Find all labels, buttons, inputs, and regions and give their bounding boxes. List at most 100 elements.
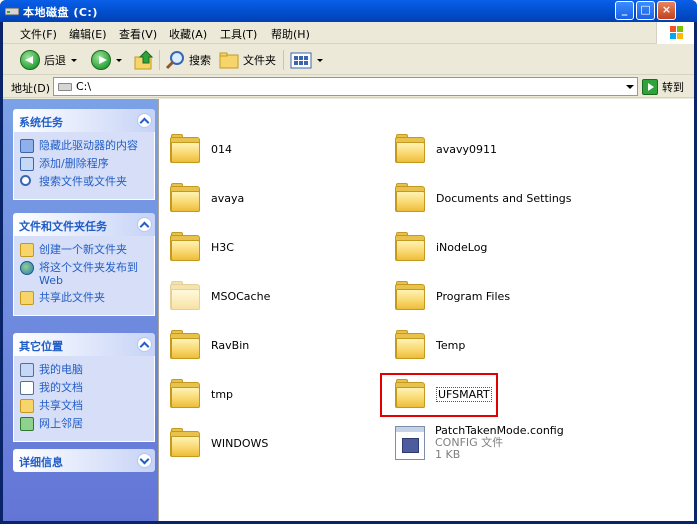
panel-header[interactable]: 其它位置 <box>13 333 155 356</box>
add-remove-programs-icon <box>20 157 34 171</box>
views-icon <box>290 52 312 69</box>
forward-arrow-icon <box>91 50 111 70</box>
folder-icon <box>169 379 201 409</box>
folder-item[interactable]: Temp <box>394 323 465 367</box>
item-name: WINDOWS <box>211 436 269 450</box>
task-publish-to-web[interactable]: 将这个文件夹发布到 Web <box>20 261 150 287</box>
globe-icon <box>20 261 34 275</box>
item-name: avavy0911 <box>436 142 498 156</box>
place-network[interactable]: 网上邻居 <box>20 417 150 431</box>
task-label: 隐藏此驱动器的内容 <box>39 139 138 152</box>
item-name: avaya <box>211 191 245 205</box>
up-folder-button[interactable] <box>133 49 155 71</box>
folder-icon <box>394 183 426 213</box>
item-name: 014 <box>211 142 232 156</box>
forward-button[interactable] <box>91 49 122 71</box>
folder-item[interactable]: avaya <box>169 176 244 220</box>
go-arrow-icon <box>642 79 658 95</box>
search-button[interactable]: 搜索 <box>165 49 211 71</box>
go-button[interactable]: 转到 <box>642 78 684 96</box>
folder-item[interactable]: Documents and Settings <box>394 176 572 220</box>
expand-chevron-icon[interactable] <box>137 453 152 468</box>
panel-header[interactable]: 详细信息 <box>13 449 155 472</box>
menu-tools[interactable]: 工具(T) <box>220 26 257 42</box>
collapse-chevron-icon[interactable] <box>137 337 152 352</box>
item-name: iNodeLog <box>436 240 488 254</box>
item-size: 1 KB <box>435 448 461 461</box>
folder-item[interactable]: H3C <box>169 225 234 269</box>
new-folder-icon <box>20 243 34 257</box>
menu-help[interactable]: 帮助(H) <box>271 26 310 42</box>
panel-details: 详细信息 <box>13 449 155 472</box>
window-body: 文件(F) 编辑(E) 查看(V) 收藏(A) 工具(T) 帮助(H) 后退 搜… <box>3 22 694 521</box>
network-icon <box>20 417 34 431</box>
task-search-files[interactable]: 搜索文件或文件夹 <box>20 175 150 189</box>
task-hide-drive-contents[interactable]: 隐藏此驱动器的内容 <box>20 139 150 153</box>
my-documents-icon <box>20 381 34 395</box>
search-icon <box>20 175 31 186</box>
maximize-button[interactable]: □ <box>636 1 655 20</box>
item-name: H3C <box>211 240 234 254</box>
task-add-remove-programs[interactable]: 添加/删除程序 <box>20 157 150 171</box>
place-my-computer[interactable]: 我的电脑 <box>20 363 150 377</box>
menu-bar: 文件(F) 编辑(E) 查看(V) 收藏(A) 工具(T) 帮助(H) <box>3 22 694 44</box>
folder-item[interactable]: 014 <box>169 127 232 171</box>
menu-view[interactable]: 查看(V) <box>119 26 157 42</box>
folder-item[interactable]: avavy0911 <box>394 127 497 171</box>
place-shared-documents[interactable]: 共享文档 <box>20 399 150 413</box>
item-name: RavBin <box>211 338 250 352</box>
back-dropdown-icon[interactable] <box>71 58 77 62</box>
folder-item[interactable]: RavBin <box>169 323 249 367</box>
views-button[interactable] <box>290 49 323 71</box>
address-input[interactable]: C:\ <box>53 77 638 96</box>
folder-icon <box>169 330 201 360</box>
windows-logo-icon <box>656 22 694 44</box>
place-my-documents[interactable]: 我的文档 <box>20 381 150 395</box>
collapse-chevron-icon[interactable] <box>137 217 152 232</box>
toolbar-separator <box>283 50 284 70</box>
folder-item[interactable]: tmp <box>169 372 233 416</box>
title-bar[interactable]: 本地磁盘 (C:) _ □ × <box>0 0 697 22</box>
folder-icon <box>169 281 201 311</box>
menu-file[interactable]: 文件(F) <box>20 26 57 42</box>
minimize-button[interactable]: _ <box>615 1 634 20</box>
config-file-icon <box>395 426 425 460</box>
menu-edit[interactable]: 编辑(E) <box>69 26 107 42</box>
panel-header[interactable]: 文件和文件夹任务 <box>13 213 155 236</box>
drive-icon <box>5 7 19 16</box>
forward-dropdown-icon[interactable] <box>116 58 122 62</box>
panel-body: 创建一个新文件夹 将这个文件夹发布到 Web 共享此文件夹 <box>13 236 155 316</box>
menu-favorites[interactable]: 收藏(A) <box>169 26 207 42</box>
collapse-chevron-icon[interactable] <box>137 113 152 128</box>
folder-icon <box>394 232 426 262</box>
item-name: MSOCache <box>211 289 271 303</box>
task-label: 我的电脑 <box>39 363 83 376</box>
task-share-folder[interactable]: 共享此文件夹 <box>20 291 150 305</box>
folder-icon <box>394 281 426 311</box>
panel-header[interactable]: 系统任务 <box>13 109 155 132</box>
folders-label: 文件夹 <box>243 54 276 67</box>
explorer-window: 本地磁盘 (C:) _ □ × 文件(F) 编辑(E) 查看(V) 收藏(A) … <box>0 0 697 524</box>
back-button[interactable]: 后退 <box>20 49 77 71</box>
folder-item[interactable]: iNodeLog <box>394 225 487 269</box>
item-name: Temp <box>436 338 466 352</box>
task-pane: 系统任务 隐藏此驱动器的内容 添加/删除程序 搜索文件或文件夹 文件和文件夹任务 <box>3 99 158 521</box>
file-item[interactable]: PatchTakenMode.config CONFIG 文件 1 KB <box>395 421 564 465</box>
close-button[interactable]: × <box>657 1 676 20</box>
address-dropdown-icon[interactable] <box>622 78 637 95</box>
item-name: Program Files <box>436 289 511 303</box>
shared-documents-icon <box>20 399 34 413</box>
folder-item-hidden[interactable]: MSOCache <box>169 274 270 318</box>
file-list: 014 avavy0911 avaya Documents and Settin… <box>158 99 694 521</box>
back-label: 后退 <box>44 54 66 67</box>
folders-button[interactable]: 文件夹 <box>219 49 276 71</box>
views-dropdown-icon[interactable] <box>317 58 323 62</box>
folder-item[interactable]: Program Files <box>394 274 510 318</box>
folder-item-ufsmart[interactable]: UFSMART <box>394 372 492 416</box>
item-name: Documents and Settings <box>436 191 572 205</box>
folder-item[interactable]: WINDOWS <box>169 421 268 465</box>
panel-title: 其它位置 <box>19 340 63 353</box>
task-label: 共享此文件夹 <box>39 291 105 304</box>
task-new-folder[interactable]: 创建一个新文件夹 <box>20 243 150 257</box>
address-value: C:\ <box>76 80 92 93</box>
